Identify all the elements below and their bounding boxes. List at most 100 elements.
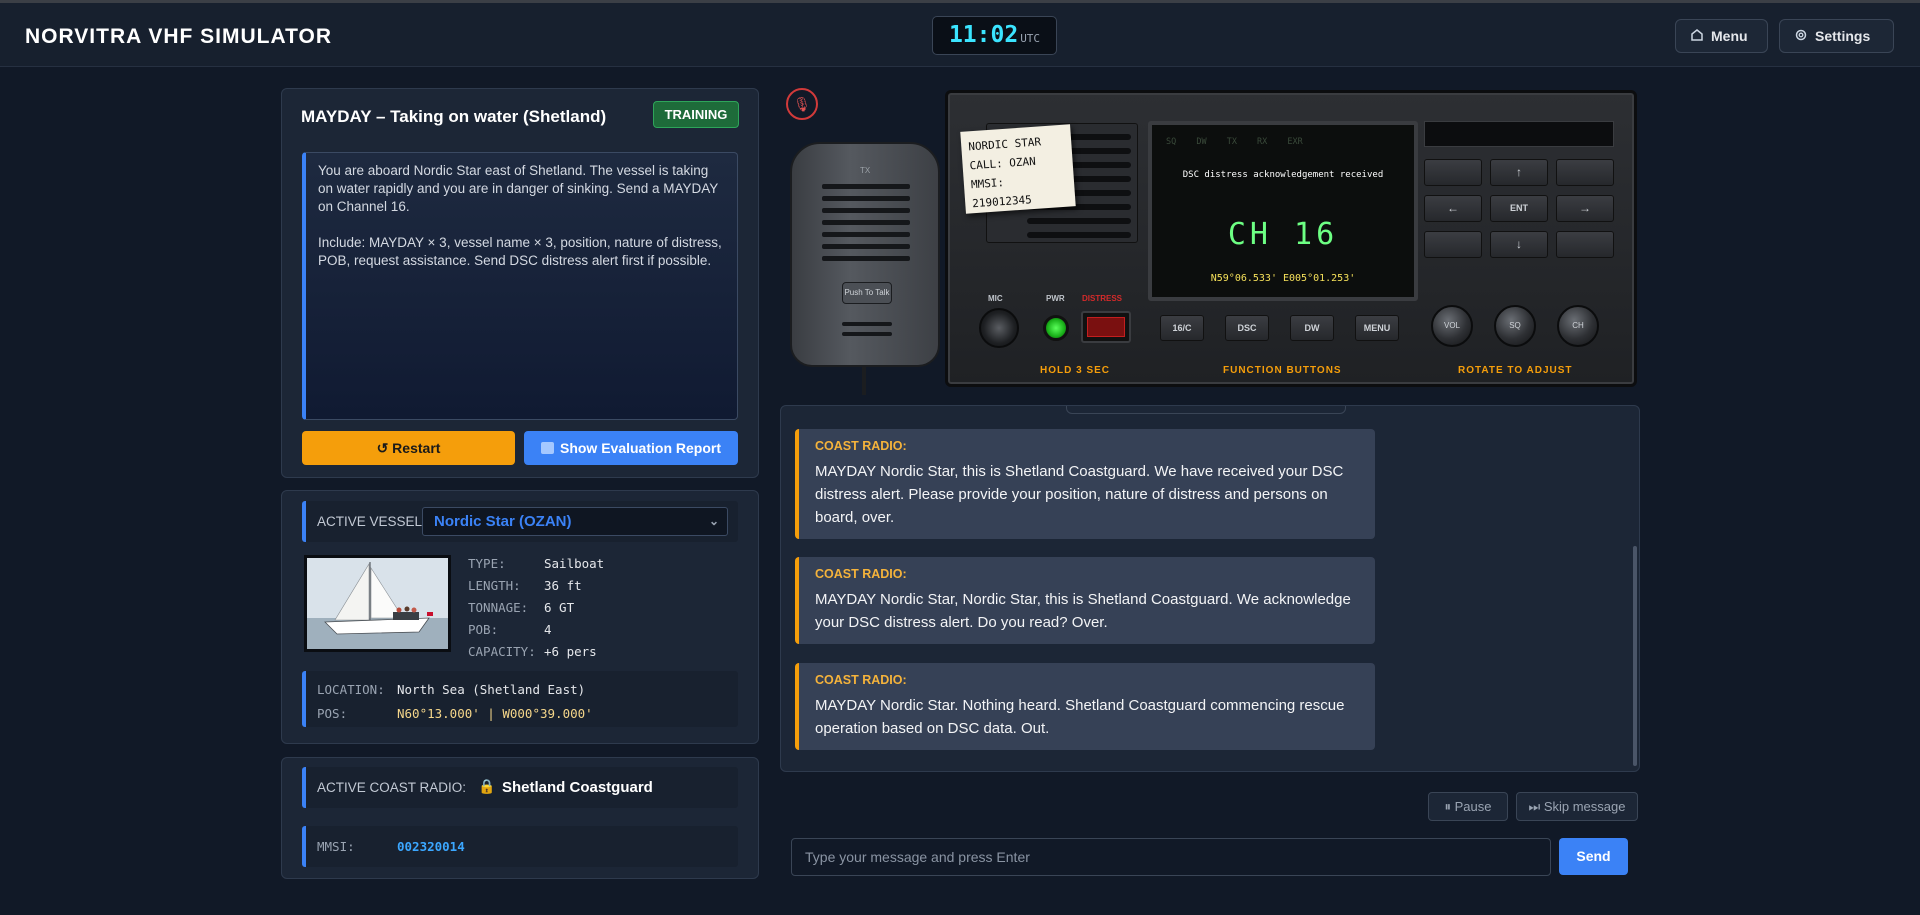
settings-label: Settings	[1815, 28, 1871, 44]
lcd-position: N59°06.533' E005°01.253'	[1210, 273, 1356, 284]
radio-lcd: SQ DW TX RX EXR DSC distress acknowledge…	[1148, 121, 1418, 301]
handset-grille	[822, 208, 910, 213]
channel-knob[interactable]: CH	[1557, 305, 1599, 347]
message-text: MAYDAY Nordic Star, Nordic Star, this is…	[815, 591, 1351, 631]
brief-paragraph: You are aboard Nordic Star east of Shetl…	[318, 163, 718, 214]
scenario-title: MAYDAY – Taking on water (Shetland)	[301, 107, 607, 126]
menu-button[interactable]: Menu	[1675, 19, 1768, 53]
handset-grille	[822, 184, 910, 189]
radio-body: NORDIC STAR CALL: OZAN MMSI: 219012345 S…	[945, 90, 1637, 387]
handset-logo: TX	[860, 166, 871, 175]
message-text: MAYDAY Nordic Star, this is Shetland Coa…	[815, 463, 1344, 526]
callsign-sticky-note: NORDIC STAR CALL: OZAN MMSI: 219012345	[960, 124, 1076, 214]
vessel-location-box: LOCATION: North Sea (Shetland East) POS: N…	[302, 671, 738, 727]
radio-handset[interactable]: TX Push To Talk	[790, 142, 940, 367]
power-button[interactable]	[1043, 315, 1069, 341]
active-vessel-row: ACTIVE VESSEL: Nordic Star (OZAN) ⌄	[302, 501, 738, 542]
microphone-icon[interactable]: 🎙	[786, 88, 818, 120]
dual-watch-button[interactable]: DW	[1290, 315, 1334, 341]
brief-paragraph: Include: MAYDAY × 3, vessel name × 3, po…	[318, 235, 722, 268]
vhf-radio: 🎙 TX Push To Talk NORDIC STAR CALL: OZAN…	[780, 85, 1640, 400]
mic-label: MIC	[988, 294, 1003, 303]
pos-value: N60°13.000' | W000°39.000'	[397, 706, 593, 721]
app-header: NORVITRA VHF SIMULATOR 11:02 UTC Menu Set…	[0, 3, 1920, 67]
chat-message: COAST RADIO: MAYDAY Nordic Star, Nordic …	[795, 557, 1375, 644]
coast-mmsi-row: MMSI: 002320014	[302, 826, 738, 867]
down-key[interactable]: ↓	[1490, 231, 1548, 258]
up-key[interactable]: ↑	[1490, 159, 1548, 186]
active-vessel-label: ACTIVE VESSEL:	[317, 514, 426, 529]
active-coast-label: ACTIVE COAST RADIO:	[317, 780, 467, 795]
function-buttons-label: FUNCTION BUTTONS	[1223, 365, 1342, 376]
ch16-button[interactable]: 16/C	[1160, 315, 1204, 341]
bar-chart-icon	[540, 442, 554, 454]
vessel-panel: ACTIVE VESSEL: Nordic Star (OZAN) ⌄ TYPE…	[281, 490, 759, 744]
handset-cord	[862, 365, 866, 395]
message-input[interactable]	[791, 838, 1551, 876]
training-badge: TRAINING	[653, 101, 739, 128]
lcd-status-indicators: SQ DW TX RX EXR	[1166, 137, 1303, 147]
vessel-specs: TYPE: Sailboat LENGTH: 36 ft TONNAGE: 6 GT …	[468, 553, 604, 663]
restart-button[interactable]: ↺ Restart	[302, 431, 515, 465]
gear-icon	[1794, 28, 1808, 45]
chat-message: COAST RADIO: MAYDAY Nordic Star. Nothing…	[795, 663, 1375, 750]
message-sender: COAST RADIO:	[815, 439, 907, 453]
chat-tab-handle	[1066, 406, 1346, 414]
spec-row: TYPE: Sailboat	[468, 556, 605, 571]
radio-keypad: ↑ ← ENT → ↓	[1424, 121, 1614, 271]
squelch-knob[interactable]: SQ	[1494, 305, 1536, 347]
message-sender: COAST RADIO:	[815, 673, 907, 687]
soft-key-1[interactable]	[1424, 159, 1482, 186]
handset-grille	[822, 232, 910, 237]
chat-message: COAST RADIO: MAYDAY Nordic Star, this is…	[795, 429, 1375, 539]
send-button[interactable]: Send	[1559, 838, 1628, 875]
soft-key-3[interactable]	[1424, 231, 1482, 258]
handset-grille	[822, 244, 910, 249]
utc-clock: 11:02 UTC	[932, 16, 1057, 55]
volume-knob[interactable]: VOL	[1431, 305, 1473, 347]
mic-jack	[979, 308, 1019, 348]
spec-row: POB: 4	[468, 622, 552, 637]
enter-key[interactable]: ENT	[1490, 195, 1548, 222]
menu-function-button[interactable]: MENU	[1355, 315, 1399, 341]
radio-log[interactable]: COAST RADIO: MAYDAY Nordic Star, this is…	[780, 405, 1640, 772]
eval-label: Show Evaluation Report	[559, 440, 721, 456]
clock-time: 11:02	[948, 22, 1019, 48]
dsc-button[interactable]: DSC	[1225, 315, 1269, 341]
handset-grille	[822, 196, 910, 201]
show-evaluation-button[interactable]: Show Evaluation Report	[524, 431, 738, 465]
menu-label: Menu	[1711, 28, 1748, 44]
message-sender: COAST RADIO:	[815, 567, 907, 581]
rotate-to-adjust-label: ROTATE TO ADJUST	[1458, 365, 1573, 376]
skip-message-button[interactable]: ⏭ Skip message	[1516, 792, 1638, 821]
spec-row: TONNAGE: 6 GT	[468, 600, 575, 615]
handset-grille	[822, 256, 910, 261]
soft-key-2[interactable]	[1556, 159, 1614, 186]
pos-label: POS:	[317, 706, 348, 721]
handset-grille	[842, 332, 892, 336]
right-key[interactable]: →	[1556, 195, 1614, 222]
distress-button[interactable]	[1081, 311, 1131, 343]
keypad-display	[1424, 121, 1614, 147]
clock-zone: UTC	[1020, 32, 1041, 45]
location-value: North Sea (Shetland East)	[397, 682, 586, 697]
vessel-photo	[304, 555, 451, 652]
scenario-panel: MAYDAY – Taking on water (Shetland) TRAI…	[281, 88, 759, 478]
coast-station-name: Shetland Coastguard	[502, 779, 653, 796]
chevron-down-icon: ⌄	[708, 514, 719, 528]
coast-radio-panel: ACTIVE COAST RADIO: 🔒 Shetland Coastguar…	[281, 757, 759, 879]
soft-key-4[interactable]	[1556, 231, 1614, 258]
handset-grille	[822, 220, 910, 225]
chat-scrollbar[interactable]	[1633, 546, 1637, 766]
vessel-select-value: Nordic Star (OZAN)	[434, 513, 572, 530]
settings-button[interactable]: Settings	[1779, 19, 1894, 53]
active-coast-row: ACTIVE COAST RADIO: 🔒 Shetland Coastguar…	[302, 767, 738, 808]
vessel-select[interactable]: Nordic Star (OZAN) ⌄	[422, 507, 728, 536]
lcd-message: DSC distress acknowledgement received	[1182, 170, 1384, 180]
push-to-talk-button[interactable]: Push To Talk	[842, 282, 892, 304]
pause-button[interactable]: ⏸ Pause	[1428, 792, 1508, 821]
left-key[interactable]: ←	[1424, 195, 1482, 222]
scenario-brief: You are aboard Nordic Star east of Shetl…	[302, 152, 738, 420]
lcd-channel: CH 16	[1227, 217, 1339, 252]
spec-row: LENGTH: 36 ft	[468, 578, 582, 593]
